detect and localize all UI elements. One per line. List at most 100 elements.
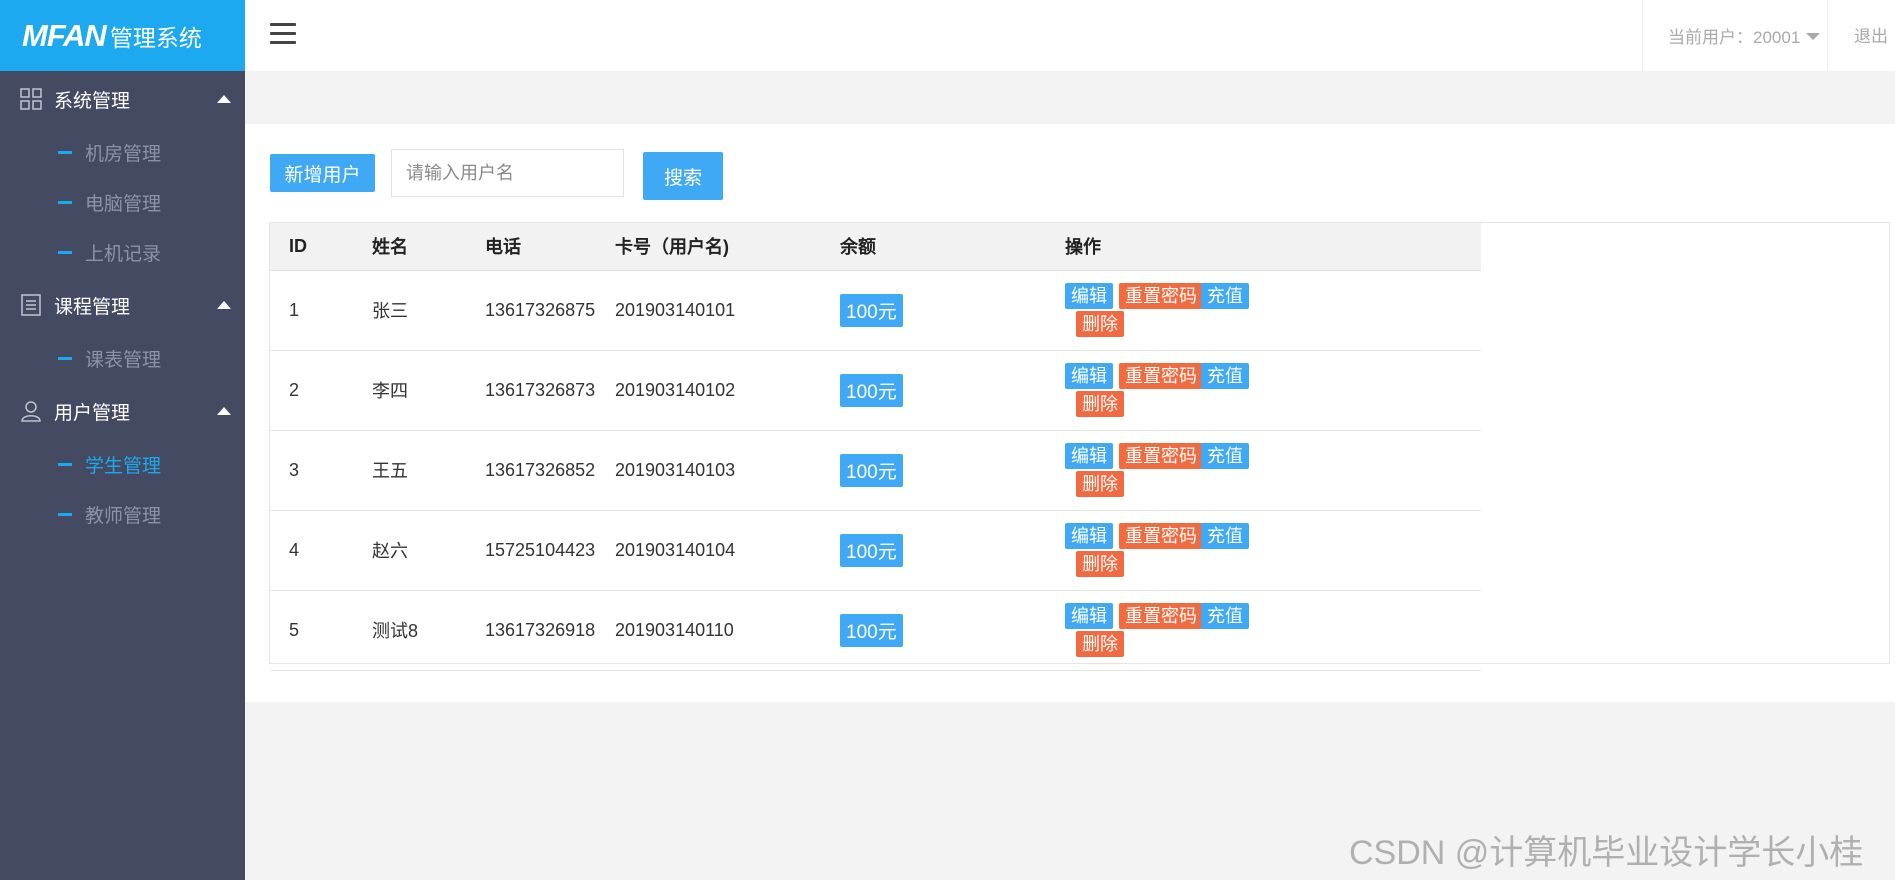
sidebar-item-schedule[interactable]: 课表管理 bbox=[0, 333, 245, 383]
menu-toggle-icon[interactable] bbox=[270, 18, 296, 48]
column-header: 电话 bbox=[466, 223, 596, 271]
menu-title-user[interactable]: 用户管理 bbox=[0, 383, 245, 439]
logo-brand: MFAN bbox=[22, 17, 107, 53]
column-header: 卡号（用户名) bbox=[596, 223, 821, 271]
sidebar-item-teachers[interactable]: 教师管理 bbox=[0, 489, 245, 539]
cell-phone: 13617326852 bbox=[485, 459, 596, 480]
top-bar: 当前用户：20001 退出 bbox=[245, 0, 1895, 71]
cell-name: 赵六 bbox=[372, 541, 408, 561]
sidebar-item-label: 课表管理 bbox=[85, 349, 162, 371]
table-header-row: ID 姓名 电话 卡号（用户名) 余额 操作 bbox=[270, 223, 1481, 271]
menu-title-label: 用户管理 bbox=[54, 402, 131, 424]
cell-id: 1 bbox=[289, 299, 300, 320]
dash-icon bbox=[58, 200, 72, 204]
sidebar-item-label: 教师管理 bbox=[85, 505, 162, 527]
user-table: ID 姓名 电话 卡号（用户名) 余额 操作 1 张三 13617326875 … bbox=[270, 223, 1481, 671]
dash-icon bbox=[58, 150, 72, 154]
cell-card: 201903140101 bbox=[615, 299, 736, 320]
grid-icon bbox=[19, 87, 43, 111]
sidebar-item-records[interactable]: 上机记录 bbox=[0, 227, 245, 277]
edit-button[interactable]: 编辑 bbox=[1065, 442, 1113, 469]
cell-card: 201903140110 bbox=[615, 619, 734, 640]
delete-button[interactable]: 删除 bbox=[1076, 630, 1124, 657]
chevron-down-icon bbox=[1806, 33, 1821, 40]
dash-icon bbox=[58, 462, 72, 466]
recharge-button[interactable]: 充值 bbox=[1201, 602, 1249, 629]
dash-icon bbox=[58, 250, 72, 254]
caret-up-icon bbox=[217, 407, 231, 415]
column-header: ID bbox=[270, 223, 353, 271]
recharge-button[interactable]: 充值 bbox=[1201, 442, 1249, 469]
dash-icon bbox=[58, 512, 72, 516]
caret-up-icon bbox=[217, 95, 231, 103]
cell-name: 张三 bbox=[372, 301, 408, 321]
delete-button[interactable]: 删除 bbox=[1076, 470, 1124, 497]
reset-password-button[interactable]: 重置密码 bbox=[1119, 602, 1203, 629]
sidebar-item-label: 学生管理 bbox=[85, 455, 162, 477]
reset-password-button[interactable]: 重置密码 bbox=[1119, 522, 1203, 549]
column-header: 余额 bbox=[821, 223, 1046, 271]
column-header: 操作 bbox=[1046, 223, 1481, 271]
sidebar-item-label: 上机记录 bbox=[85, 243, 162, 265]
row-actions: 编辑 重置密码 充值 删除 bbox=[1046, 591, 1481, 670]
reset-password-button[interactable]: 重置密码 bbox=[1119, 442, 1203, 469]
recharge-button[interactable]: 充值 bbox=[1201, 362, 1249, 389]
cell-balance: 100元 bbox=[821, 350, 1046, 430]
row-actions: 编辑 重置密码 充值 删除 bbox=[1046, 351, 1481, 430]
menu-group-course: 课程管理 课表管理 bbox=[0, 277, 245, 383]
edit-button[interactable]: 编辑 bbox=[1065, 282, 1113, 309]
caret-up-icon bbox=[217, 301, 231, 309]
cell-balance: 100元 bbox=[821, 430, 1046, 510]
cell-phone: 13617326873 bbox=[485, 379, 596, 400]
table-row: 1 张三 13617326875 201903140101 100元 编辑 重置… bbox=[270, 270, 1481, 350]
reset-password-button[interactable]: 重置密码 bbox=[1119, 362, 1203, 389]
user-table-container: ID 姓名 电话 卡号（用户名) 余额 操作 1 张三 13617326875 … bbox=[269, 222, 1890, 670]
delete-button[interactable]: 删除 bbox=[1076, 550, 1124, 577]
row-actions: 编辑 重置密码 充值 删除 bbox=[1046, 431, 1481, 510]
cell-card: 201903140104 bbox=[615, 539, 736, 560]
add-user-button[interactable]: 新增用户 bbox=[270, 154, 375, 192]
recharge-button[interactable]: 充值 bbox=[1201, 522, 1249, 549]
current-user-label: 当前用户：20001 bbox=[1668, 28, 1801, 47]
current-user-dropdown[interactable]: 当前用户：20001 bbox=[1642, 0, 1828, 71]
menu-title-label: 课程管理 bbox=[54, 296, 131, 318]
sidebar-item-room[interactable]: 机房管理 bbox=[0, 127, 245, 177]
balance-badge: 100元 bbox=[840, 453, 903, 487]
cell-id: 4 bbox=[289, 539, 300, 560]
cell-id: 3 bbox=[289, 459, 300, 480]
delete-button[interactable]: 删除 bbox=[1076, 310, 1124, 337]
search-button[interactable]: 搜索 bbox=[643, 152, 723, 200]
main-panel: 新增用户 搜索 ID 姓名 电话 卡号（用户名) 余额 操作 1 张三 bbox=[245, 124, 1895, 702]
table-row: 4 赵六 15725104423 201903140104 100元 编辑 重置… bbox=[270, 510, 1481, 590]
menu-group-user: 用户管理 学生管理 教师管理 bbox=[0, 383, 245, 539]
edit-button[interactable]: 编辑 bbox=[1065, 522, 1113, 549]
menu-group-system: 系统管理 机房管理 电脑管理 上机记录 bbox=[0, 71, 245, 277]
balance-badge: 100元 bbox=[840, 613, 903, 647]
user-icon bbox=[19, 399, 43, 423]
cell-name: 李四 bbox=[372, 381, 408, 401]
menu-title-course[interactable]: 课程管理 bbox=[0, 277, 245, 333]
sidebar: MFAN 管理系统 系统管理 机房管理 电脑管理 上机记录 课程管理 课表管理 bbox=[0, 0, 245, 880]
reset-password-button[interactable]: 重置密码 bbox=[1119, 282, 1203, 309]
search-input[interactable] bbox=[391, 149, 624, 197]
cell-name: 王五 bbox=[372, 461, 408, 481]
delete-button[interactable]: 删除 bbox=[1076, 390, 1124, 417]
sidebar-item-computer[interactable]: 电脑管理 bbox=[0, 177, 245, 227]
app-logo[interactable]: MFAN 管理系统 bbox=[0, 0, 245, 71]
table-row: 3 王五 13617326852 201903140103 100元 编辑 重置… bbox=[270, 430, 1481, 510]
menu-title-system[interactable]: 系统管理 bbox=[0, 71, 245, 127]
list-doc-icon bbox=[19, 293, 43, 317]
cell-phone: 13617326875 bbox=[485, 299, 596, 320]
sidebar-item-students[interactable]: 学生管理 bbox=[0, 439, 245, 489]
logo-title: 管理系统 bbox=[109, 24, 202, 51]
edit-button[interactable]: 编辑 bbox=[1065, 602, 1113, 629]
table-row: 2 李四 13617326873 201903140102 100元 编辑 重置… bbox=[270, 350, 1481, 430]
cell-balance: 100元 bbox=[821, 510, 1046, 590]
recharge-button[interactable]: 充值 bbox=[1201, 282, 1249, 309]
logout-link[interactable]: 退出 bbox=[1854, 22, 1888, 47]
cell-card: 201903140103 bbox=[615, 459, 736, 480]
edit-button[interactable]: 编辑 bbox=[1065, 362, 1113, 389]
watermark-text: CSDN @计算机毕业设计学长小桂 bbox=[1349, 834, 1864, 872]
sidebar-item-label: 电脑管理 bbox=[85, 193, 162, 215]
cell-balance: 100元 bbox=[821, 270, 1046, 350]
